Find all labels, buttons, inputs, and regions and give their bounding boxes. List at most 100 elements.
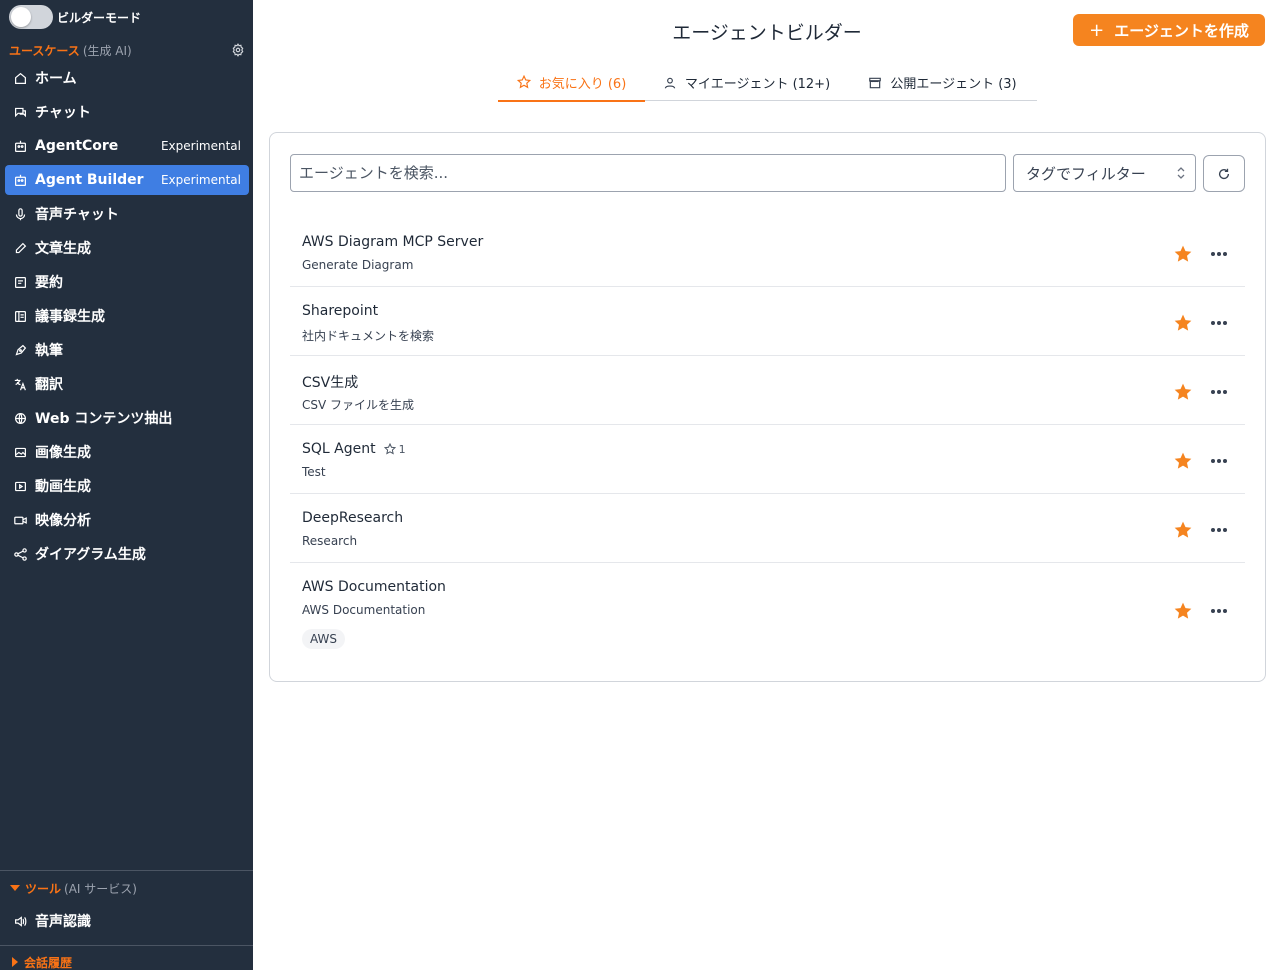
sidebar-item-label: Agent Builder — [35, 172, 144, 188]
more-options-icon[interactable] — [1209, 520, 1229, 540]
plus-icon: + — [1089, 19, 1105, 41]
sidebar-item-agentcore[interactable]: AgentCore Experimental — [5, 131, 249, 161]
agent-row[interactable]: AWS Diagram MCP Server Generate Diagram — [290, 218, 1245, 287]
select-arrows-icon — [1177, 167, 1185, 179]
agent-name: SQL Agent — [302, 441, 376, 457]
minutes-icon — [15, 310, 26, 322]
caret-down-icon — [10, 885, 20, 891]
sidebar-item-writing[interactable]: 執筆 — [5, 335, 249, 365]
agent-row[interactable]: DeepResearch Research — [290, 494, 1245, 563]
sidebar-item-label: 動画生成 — [35, 479, 91, 495]
agent-description: Generate Diagram — [302, 258, 414, 272]
star-filled-icon[interactable] — [1173, 313, 1193, 333]
create-agent-label: エージェントを作成 — [1114, 21, 1249, 40]
star-filled-icon[interactable] — [1173, 520, 1193, 540]
translate-icon — [14, 378, 26, 390]
agent-description: 社内ドキュメントを検索 — [302, 329, 435, 343]
sidebar-item-web-extract[interactable]: Web コンテンツ抽出 — [5, 403, 249, 433]
tab-bar: お気に入り (6) マイエージェント (12+) 公開エージェント (3) — [498, 64, 1037, 102]
sidebar-item-image-generation[interactable]: 画像生成 — [5, 437, 249, 467]
history-title: 会話履歴 — [24, 955, 73, 970]
sidebar-item-voice-chat[interactable]: 音声チャット — [5, 199, 249, 229]
more-options-icon[interactable] — [1209, 601, 1229, 621]
sidebar-item-agent-builder[interactable]: Agent Builder Experimental — [5, 165, 249, 195]
pen-icon — [15, 344, 27, 356]
agent-description: CSV ファイルを生成 — [302, 398, 415, 412]
star-outline-icon — [516, 75, 531, 89]
summary-icon — [15, 276, 26, 288]
usecase-title: ユースケース — [9, 43, 80, 58]
sidebar-item-label: 音声認識 — [35, 914, 91, 930]
agent-row[interactable]: AWS Documentation AWS Documentation AWS — [290, 563, 1245, 655]
tools-title: ツール — [25, 881, 62, 896]
sidebar-item-label: ホーム — [35, 71, 77, 87]
agent-description: AWS Documentation — [302, 603, 426, 617]
video-play-icon — [15, 481, 26, 491]
sidebar-nav: ホーム チャット AgentCore Experimental Agent Bu… — [5, 63, 249, 573]
sidebar-item-chat[interactable]: チャット — [5, 97, 249, 127]
history-section-header[interactable]: 会話履歴 — [12, 954, 72, 970]
refresh-button[interactable] — [1203, 155, 1245, 192]
more-options-icon[interactable] — [1209, 313, 1229, 333]
agent-description: Test — [302, 465, 326, 479]
pencil-icon — [15, 242, 27, 253]
agent-name: CSV生成 — [302, 375, 359, 391]
sidebar-item-label: 画像生成 — [35, 445, 91, 461]
sidebar-item-translate[interactable]: 翻訳 — [5, 369, 249, 399]
star-filled-icon[interactable] — [1173, 382, 1193, 402]
agent-list: AWS Diagram MCP Server Generate Diagram … — [290, 218, 1245, 655]
refresh-icon — [1218, 168, 1230, 179]
tag-filter-select[interactable]: タグでフィルター — [1013, 154, 1196, 192]
sidebar-item-label: 要約 — [35, 275, 63, 291]
tab-favorites[interactable]: お気に入り (6) — [498, 64, 645, 102]
chat-icon — [15, 107, 26, 117]
agent-row[interactable]: SQL Agent 1 Test — [290, 425, 1245, 494]
usecase-subtitle: (生成 AI) — [82, 43, 132, 58]
star-outline-icon — [383, 443, 396, 455]
sidebar-item-video-generation[interactable]: 動画生成 — [5, 471, 249, 501]
star-count-value: 1 — [398, 442, 406, 456]
sidebar-item-home[interactable]: ホーム — [5, 63, 249, 93]
sidebar-item-label: AgentCore — [35, 138, 119, 154]
globe-icon — [15, 412, 26, 424]
store-icon — [869, 77, 882, 88]
gear-icon[interactable] — [231, 43, 245, 57]
sidebar-item-speech-recognition[interactable]: 音声認識 — [14, 911, 91, 931]
image-icon — [15, 447, 26, 457]
sidebar-item-label: ダイアグラム生成 — [35, 547, 146, 563]
agent-name: AWS Documentation — [302, 579, 446, 595]
speaker-icon — [15, 915, 27, 927]
more-options-icon[interactable] — [1209, 451, 1229, 471]
sidebar-item-diagram-generation[interactable]: ダイアグラム生成 — [5, 539, 249, 569]
robot-icon — [15, 174, 26, 186]
experimental-badge: Experimental — [160, 139, 241, 153]
agent-name: AWS Diagram MCP Server — [302, 234, 484, 250]
tab-label: マイエージェント (12+) — [684, 77, 831, 92]
star-filled-icon[interactable] — [1173, 244, 1193, 264]
sidebar-item-label: 執筆 — [35, 343, 63, 359]
sidebar-item-minutes[interactable]: 議事録生成 — [5, 301, 249, 331]
sidebar-item-label: 文章生成 — [35, 241, 91, 257]
caret-right-icon — [12, 957, 18, 967]
star-filled-icon[interactable] — [1173, 601, 1193, 621]
sidebar-item-label: 映像分析 — [35, 513, 91, 529]
tab-label: お気に入り (6) — [538, 76, 627, 92]
sidebar-item-label: 議事録生成 — [35, 309, 105, 325]
builder-mode-toggle[interactable] — [9, 5, 53, 29]
more-options-icon[interactable] — [1209, 382, 1229, 402]
home-icon — [15, 72, 26, 84]
tools-section-header[interactable]: ツール (AI サービス) — [10, 879, 137, 897]
builder-mode-label: ビルダーモード — [57, 10, 142, 25]
sidebar-item-text-generation[interactable]: 文章生成 — [5, 233, 249, 263]
agent-row[interactable]: Sharepoint 社内ドキュメントを検索 — [290, 287, 1245, 356]
diagram-icon — [14, 547, 27, 561]
tab-my-agents[interactable]: マイエージェント (12+) — [645, 64, 848, 101]
star-filled-icon[interactable] — [1173, 451, 1193, 471]
create-agent-button[interactable]: + エージェントを作成 — [1073, 14, 1265, 46]
agent-row[interactable]: CSV生成 CSV ファイルを生成 — [290, 356, 1245, 425]
search-input[interactable] — [290, 154, 1006, 192]
sidebar-item-summary[interactable]: 要約 — [5, 267, 249, 297]
sidebar-item-video-analysis[interactable]: 映像分析 — [5, 505, 249, 535]
tab-public-agents[interactable]: 公開エージェント (3) — [848, 64, 1037, 101]
more-options-icon[interactable] — [1209, 244, 1229, 264]
